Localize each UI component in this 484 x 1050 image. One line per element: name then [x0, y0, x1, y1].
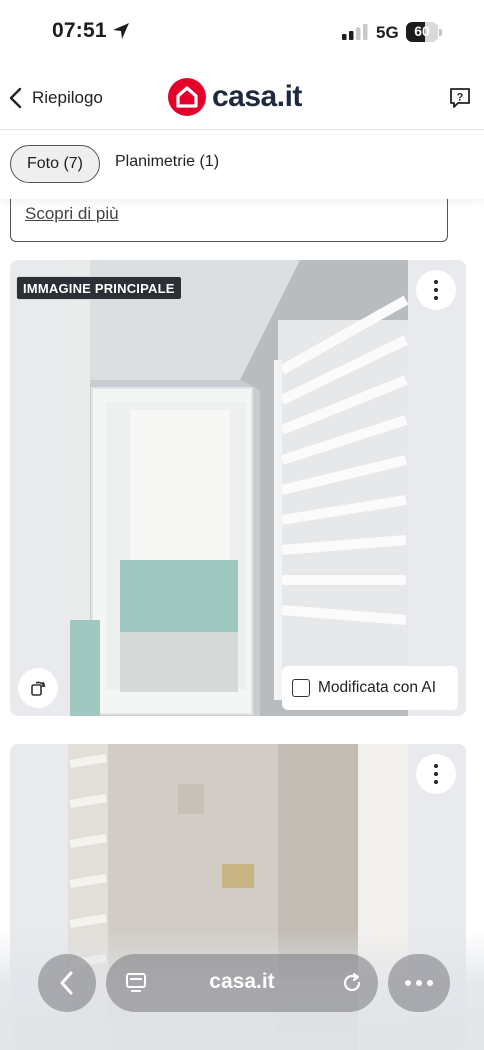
ai-modified-checkbox[interactable] [292, 679, 310, 697]
media-tabs: Foto (7) Planimetrie (1) [0, 131, 484, 199]
rotate-button[interactable] [18, 668, 58, 708]
photo-options-button[interactable] [416, 270, 456, 310]
location-arrow-icon [113, 23, 129, 39]
discover-more-link[interactable]: Scopri di più [25, 204, 119, 224]
back-label: Riepilogo [32, 88, 103, 107]
info-box: Scopri di più [10, 196, 448, 242]
tab-foto[interactable]: Foto (7) [10, 145, 100, 183]
more-vertical-icon [434, 762, 438, 786]
url-text: casa.it [209, 970, 275, 993]
ai-modified-label: Modificata con AI [318, 679, 437, 696]
more-icon [405, 980, 411, 986]
network-label: 5G [376, 23, 399, 42]
status-bar: 07:51 5G 60 [0, 0, 484, 66]
more-vertical-icon [434, 278, 438, 302]
bathroom-photo [10, 260, 466, 716]
back-button[interactable]: Riepilogo [8, 84, 103, 112]
chevron-left-icon [9, 87, 22, 109]
logo-text: casa.it [212, 80, 302, 113]
photo-card[interactable]: IMMAGINE PRINCIPALE Modificata con AI [10, 260, 466, 716]
svg-text:?: ? [457, 92, 464, 104]
battery-percent: 60 [414, 23, 430, 39]
rotate-icon [31, 681, 46, 696]
photo-options-button[interactable] [416, 754, 456, 794]
address-bar[interactable]: casa.it [106, 954, 378, 1012]
casa-logo-icon [168, 78, 206, 116]
browser-more-button[interactable] [388, 954, 450, 1012]
ai-modified-toggle[interactable]: Modificata con AI [282, 666, 458, 710]
back-icon [60, 971, 73, 995]
main-image-badge: IMMAGINE PRINCIPALE [16, 276, 182, 300]
help-question-icon[interactable]: ? [448, 86, 472, 110]
status-time: 07:51 [52, 19, 107, 42]
reload-icon[interactable] [340, 971, 364, 995]
tab-planimetrie[interactable]: Planimetrie (1) [115, 153, 219, 171]
signal-bars-icon [342, 24, 368, 40]
browser-back-button[interactable] [38, 954, 96, 1012]
app-header: Riepilogo casa.it ? [0, 66, 484, 130]
battery-icon: 60 [406, 22, 442, 42]
casa-logo[interactable]: casa.it [168, 78, 302, 116]
